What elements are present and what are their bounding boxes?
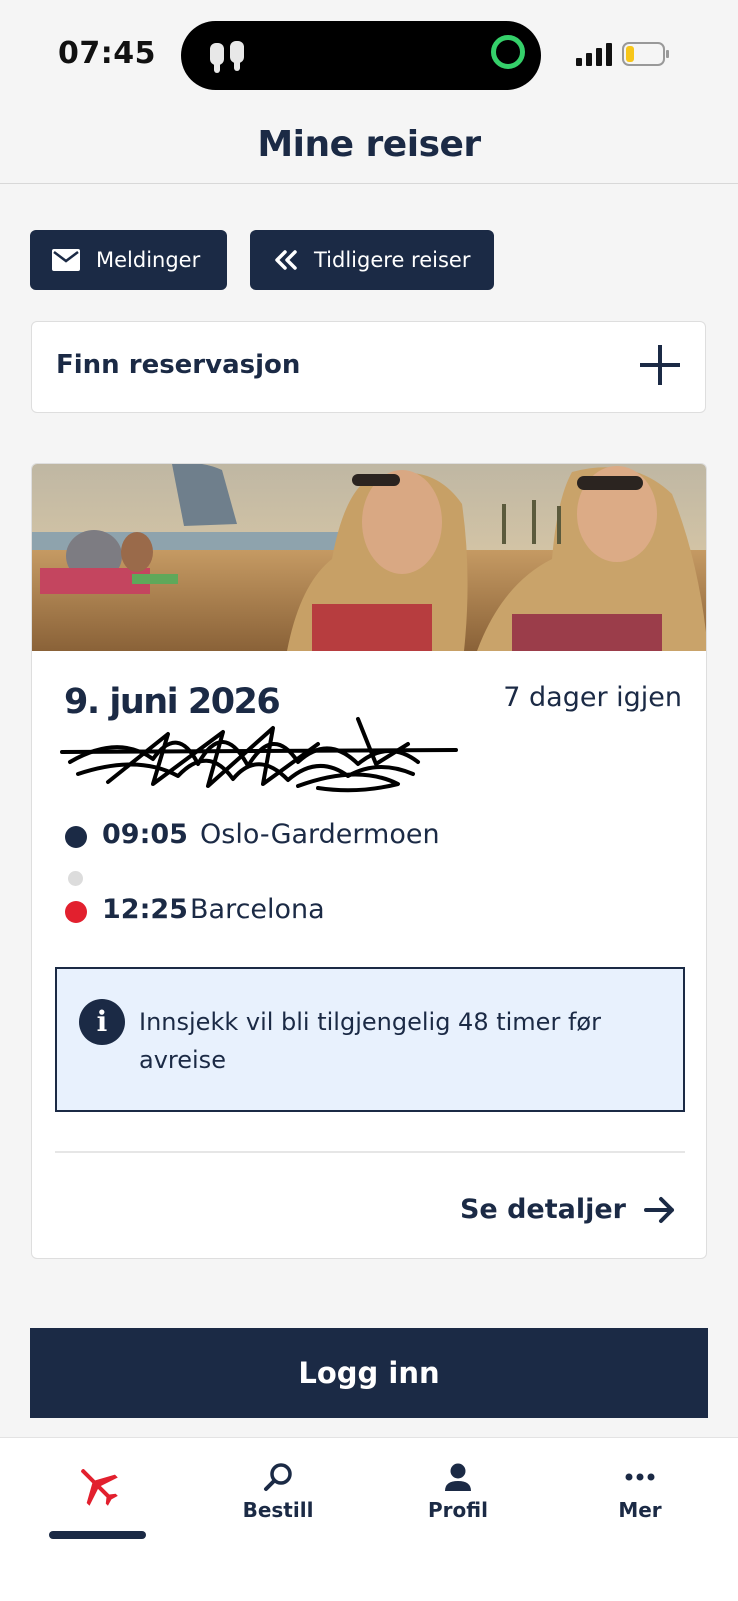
activity-ring-icon <box>491 35 525 69</box>
see-details-link[interactable]: Se detaljer <box>460 1194 676 1225</box>
battery-icon <box>622 42 669 66</box>
nav-item-more[interactable]: Mer <box>570 1462 710 1522</box>
route-dot <box>68 871 83 886</box>
redaction-scribble <box>60 717 458 793</box>
login-button[interactable]: Logg inn <box>30 1328 708 1418</box>
more-icon <box>625 1473 655 1481</box>
earbuds-icon <box>210 41 244 73</box>
departure-place: Oslo-Gardermoen <box>200 819 440 850</box>
double-chevron-left-icon <box>275 250 297 270</box>
departure-time: 09:05 <box>102 819 188 850</box>
checkin-info-text: Innsjekk vil bli tilgjengelig 48 timer f… <box>139 1008 601 1074</box>
nav-label-more: Mer <box>618 1498 662 1522</box>
messages-label: Meldinger <box>96 248 201 272</box>
plus-icon[interactable] <box>639 344 681 386</box>
search-icon <box>264 1463 292 1491</box>
info-icon: i <box>79 999 125 1045</box>
arrow-right-icon <box>644 1196 674 1223</box>
person-icon <box>445 1463 471 1491</box>
trip-card[interactable]: 9. juni 2026 7 dager igjen 09:05 Oslo-Ga… <box>31 463 707 1259</box>
envelope-icon <box>52 249 80 271</box>
find-reservation-row[interactable]: Finn reservasjon <box>31 321 706 413</box>
card-divider <box>55 1151 685 1153</box>
departure-dot <box>65 826 87 848</box>
nav-item-profile[interactable]: Profil <box>388 1462 528 1522</box>
find-reservation-label: Finn reservasjon <box>56 350 301 380</box>
checkin-info-box: i Innsjekk vil bli tilgjengelig 48 timer… <box>55 967 685 1112</box>
arrival-time: 12:25 <box>102 894 188 925</box>
bottom-nav: Bestill Profil Mer <box>0 1437 738 1601</box>
status-time: 07:45 <box>58 36 156 71</box>
page-title: Mine reiser <box>257 124 481 165</box>
see-details-label: Se detaljer <box>459 1194 626 1225</box>
nav-label-book: Bestill <box>242 1498 314 1522</box>
nav-item-book[interactable]: Bestill <box>208 1462 348 1522</box>
nav-label-profile: Profil <box>428 1498 488 1522</box>
dynamic-island <box>181 21 541 90</box>
arrival-place: Barcelona <box>190 894 325 925</box>
status-bar: 07:45 <box>0 0 738 110</box>
previous-trips-label: Tidligere reiser <box>314 248 471 272</box>
active-tab-indicator <box>49 1531 146 1539</box>
days-left: 7 dager igjen <box>503 682 682 713</box>
trip-hero-image <box>32 464 706 651</box>
nav-item-trips[interactable] <box>28 1462 168 1516</box>
messages-button[interactable]: Meldinger <box>30 230 227 290</box>
arrival-dot <box>65 901 87 923</box>
top-header: Mine reiser <box>0 110 738 184</box>
airplane-icon <box>81 1469 118 1506</box>
previous-trips-button[interactable]: Tidligere reiser <box>250 230 494 290</box>
cellular-signal-icon <box>576 43 612 66</box>
